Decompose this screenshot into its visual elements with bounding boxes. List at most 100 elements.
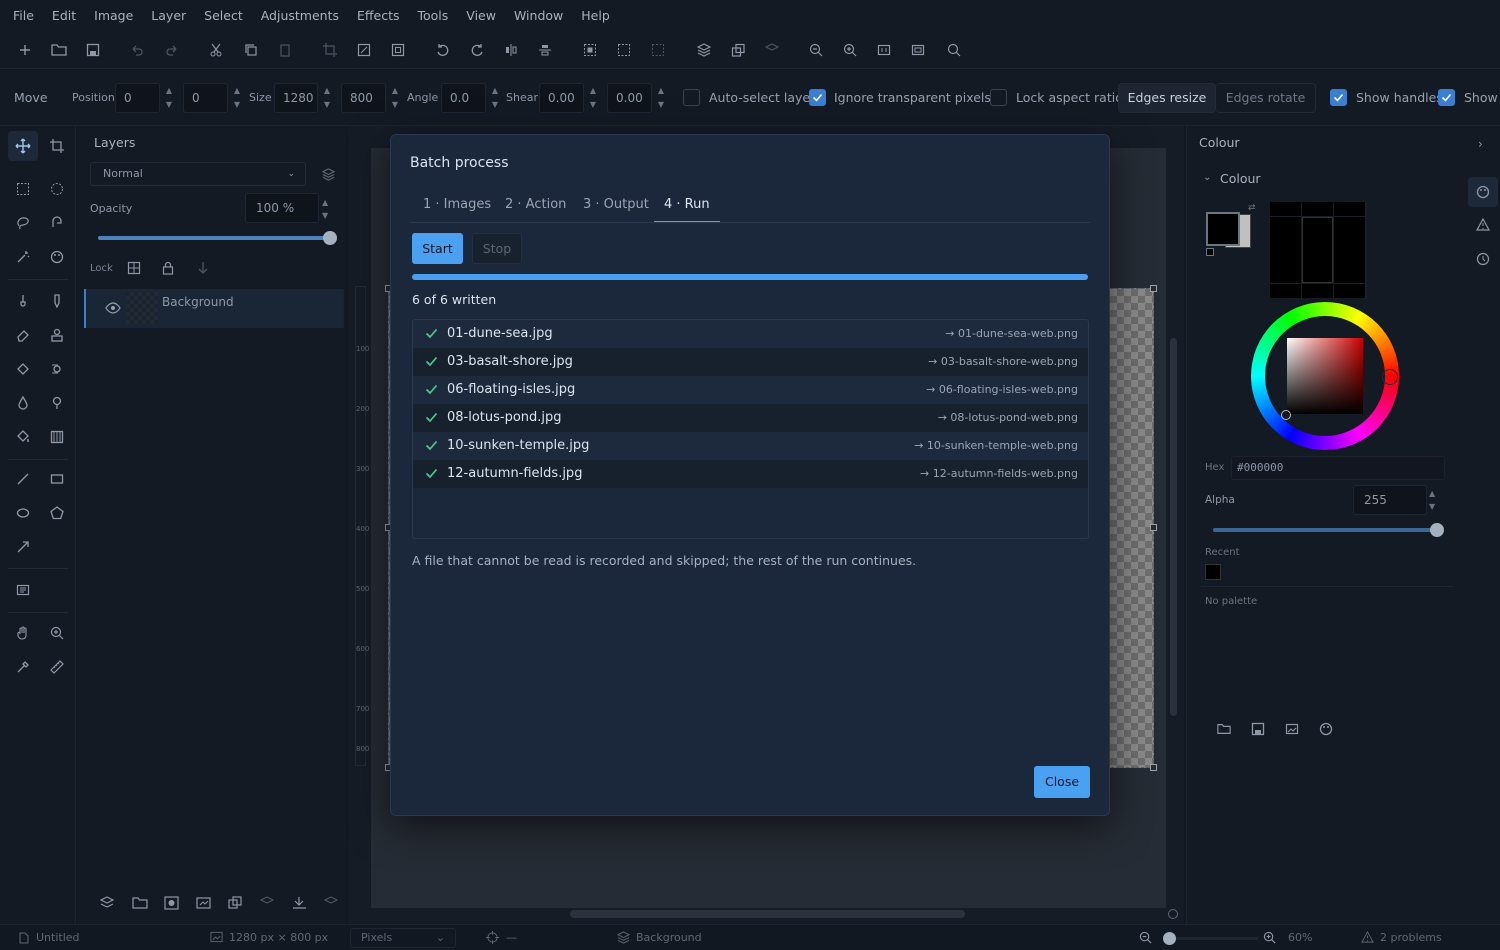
tab-1[interactable]: 1 · Images xyxy=(413,193,501,223)
zoom-tool-icon[interactable] xyxy=(42,618,72,648)
angle-stepper[interactable]: ▲ ▼ xyxy=(488,84,502,112)
blur-tool-icon[interactable] xyxy=(8,388,38,418)
reset-colours-icon[interactable] xyxy=(1206,248,1214,256)
deselect-icon[interactable] xyxy=(614,40,634,60)
eyedropper-tool-icon[interactable] xyxy=(8,652,38,682)
transform-handle[interactable] xyxy=(1150,524,1157,531)
rotate-left-icon[interactable] xyxy=(433,40,453,60)
duplicate-layer-icon[interactable] xyxy=(728,40,748,60)
sv-handle[interactable] xyxy=(1281,410,1291,420)
adjustment-layer-icon[interactable] xyxy=(195,895,213,911)
menu-select[interactable]: Select xyxy=(195,0,252,31)
edges-resize-button[interactable]: Edges resize xyxy=(1118,83,1216,113)
magic-wand-tool-icon[interactable] xyxy=(8,242,38,272)
fit-window-icon[interactable] xyxy=(908,40,928,60)
add-layer-icon[interactable] xyxy=(99,895,117,911)
opacity-slider-thumb[interactable] xyxy=(323,231,337,245)
invert-selection-icon[interactable] xyxy=(648,40,668,60)
flatten-icon[interactable] xyxy=(291,895,309,911)
pencil-tool-icon[interactable] xyxy=(42,286,72,316)
hand-tool-icon[interactable] xyxy=(8,618,38,648)
alpha-slider[interactable] xyxy=(1213,523,1444,537)
tab-2[interactable]: 2 · Action xyxy=(495,193,576,223)
chevron-down-icon[interactable]: ⌄ xyxy=(1203,172,1211,183)
layer-row[interactable]: Background xyxy=(84,289,344,328)
position-y-field[interactable]: 0 xyxy=(183,83,228,113)
zoom-in-icon[interactable] xyxy=(840,40,860,60)
colour-section-title[interactable]: Colour xyxy=(1220,171,1261,186)
menu-window[interactable]: Window xyxy=(505,0,572,31)
open-palette-icon[interactable] xyxy=(1217,722,1231,736)
history-icon[interactable] xyxy=(1476,252,1490,266)
line-tool-icon[interactable] xyxy=(8,464,38,494)
alpha-slider-thumb[interactable] xyxy=(1430,523,1444,537)
lasso-tool-icon[interactable] xyxy=(8,208,38,238)
edges-rotate-button[interactable]: Edges rotate xyxy=(1216,83,1316,113)
zoom-slider-thumb[interactable] xyxy=(1163,932,1176,945)
hue-handle[interactable] xyxy=(1382,369,1398,385)
flip-vertical-icon[interactable] xyxy=(535,40,555,60)
saturation-value-square[interactable] xyxy=(1287,338,1363,414)
colour-select-tool-icon[interactable] xyxy=(42,242,72,272)
zoom-slider[interactable] xyxy=(1163,932,1258,945)
ignore-transparent-checkbox[interactable] xyxy=(809,89,826,106)
polygon-tool-icon[interactable] xyxy=(42,498,72,528)
chevron-right-icon[interactable]: › xyxy=(1478,137,1483,151)
alpha-field[interactable]: 255 xyxy=(1353,485,1427,515)
search-icon[interactable] xyxy=(944,40,964,60)
position-x-stepper[interactable]: ▲ ▼ xyxy=(162,84,176,112)
save-icon[interactable] xyxy=(83,40,103,60)
shear-y-field[interactable]: 0.00 xyxy=(607,83,652,113)
flip-horizontal-icon[interactable] xyxy=(501,40,521,60)
menu-file[interactable]: File xyxy=(4,0,43,31)
gradient-tool-icon[interactable] xyxy=(42,422,72,452)
size-height-field[interactable]: 800 xyxy=(341,83,386,113)
stop-button[interactable]: Stop xyxy=(472,233,522,264)
rectangle-tool-icon[interactable] xyxy=(42,464,72,494)
new-icon[interactable] xyxy=(15,40,35,60)
size-width-field[interactable]: 1280 xyxy=(274,83,318,113)
position-y-stepper[interactable]: ▲ ▼ xyxy=(230,84,244,112)
tab-4[interactable]: 4 · Run xyxy=(654,193,720,223)
zoom-out-icon[interactable] xyxy=(806,40,826,60)
ellipse-select-tool-icon[interactable] xyxy=(42,174,72,204)
menu-effects[interactable]: Effects xyxy=(348,0,409,31)
horizontal-scrollbar[interactable] xyxy=(570,910,965,918)
opacity-slider[interactable] xyxy=(98,231,337,245)
add-group-icon[interactable] xyxy=(131,895,149,911)
dodge-tool-icon[interactable] xyxy=(42,388,72,418)
tab-3[interactable]: 3 · Output xyxy=(573,193,659,223)
menu-help[interactable]: Help xyxy=(572,0,619,31)
palette-icon[interactable] xyxy=(1319,722,1333,736)
show-extra-checkbox[interactable] xyxy=(1438,89,1455,106)
warning-icon[interactable] xyxy=(1361,931,1374,944)
canvas-size-icon[interactable] xyxy=(388,40,408,60)
layer-mask-icon[interactable] xyxy=(163,895,181,911)
menu-edit[interactable]: Edit xyxy=(43,0,85,31)
shear-x-field[interactable]: 0.00 xyxy=(539,83,584,113)
size-height-stepper[interactable]: ▲ ▼ xyxy=(388,84,402,112)
shear-x-stepper[interactable]: ▲ ▼ xyxy=(586,84,600,112)
lock-pixels-icon[interactable] xyxy=(127,261,141,275)
magnetic-lasso-tool-icon[interactable] xyxy=(42,208,72,238)
select-all-icon[interactable] xyxy=(580,40,600,60)
save-palette-icon[interactable] xyxy=(1251,722,1265,736)
smudge-tool-icon[interactable] xyxy=(42,354,72,384)
merge-layer-icon[interactable] xyxy=(762,40,782,60)
arrow-tool-icon[interactable] xyxy=(8,532,38,562)
menu-view[interactable]: View xyxy=(457,0,505,31)
shear-y-stepper[interactable]: ▲ ▼ xyxy=(654,84,668,112)
blend-mode-select[interactable]: Normal ⌄ xyxy=(90,162,306,186)
resize-image-icon[interactable] xyxy=(354,40,374,60)
menu-tools[interactable]: Tools xyxy=(409,0,458,31)
move-tool-icon[interactable] xyxy=(8,131,38,161)
crop-tool-icon[interactable] xyxy=(42,131,72,161)
eye-icon[interactable] xyxy=(105,302,121,314)
redo-icon[interactable] xyxy=(162,40,182,60)
actual-size-icon[interactable] xyxy=(874,40,894,60)
cut-icon[interactable] xyxy=(206,40,226,60)
lock-icon[interactable] xyxy=(162,261,174,275)
palette-from-image-icon[interactable] xyxy=(1285,722,1299,736)
menu-adjustments[interactable]: Adjustments xyxy=(252,0,348,31)
primary-colour-swatch[interactable] xyxy=(1206,212,1240,246)
